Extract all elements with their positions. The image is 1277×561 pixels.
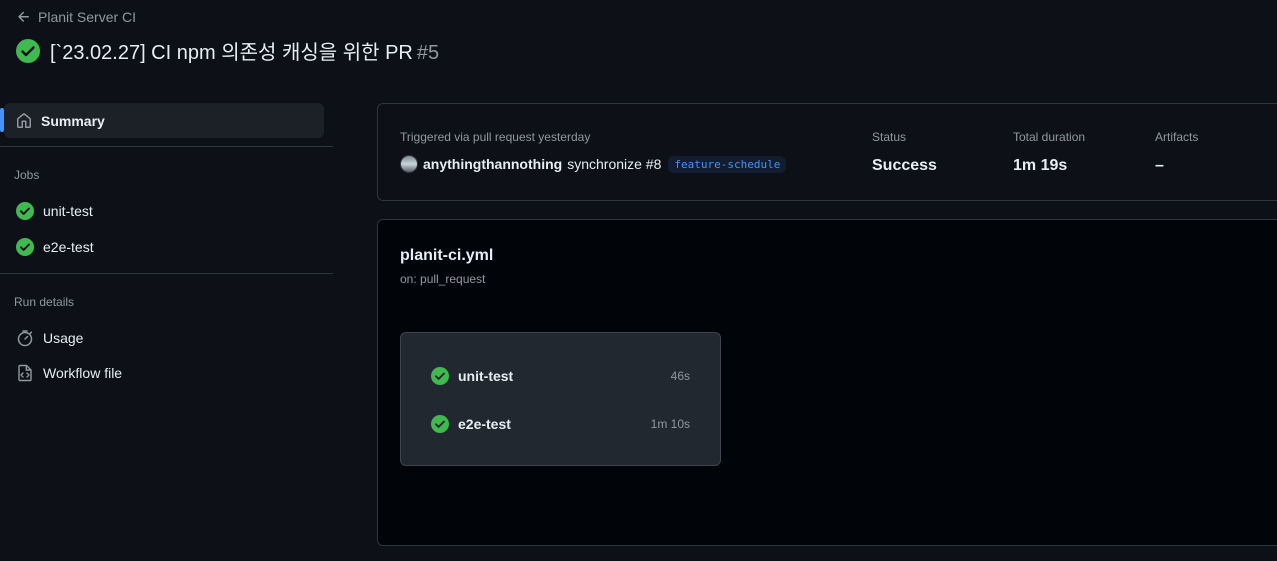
arrow-left-icon [16, 9, 32, 25]
avatar[interactable] [400, 155, 418, 173]
sidebar-item-label: Summary [41, 112, 105, 129]
sidebar-item-label: e2e-test [43, 239, 94, 255]
trigger-label: Triggered via pull request yesterday [400, 130, 591, 144]
workflow-job-e2e-test[interactable]: e2e-test 1m 10s [431, 415, 690, 433]
check-circle-fill-icon [431, 415, 449, 433]
sidebar-item-label: unit-test [43, 203, 93, 219]
sidebar-item-e2e-test[interactable]: e2e-test [0, 229, 333, 265]
workflow-file-name: planit-ci.yml [400, 247, 494, 264]
file-code-icon [16, 364, 34, 382]
job-duration: 46s [670, 369, 690, 383]
status-stat: Status Success [872, 130, 937, 175]
duration-stat: Total duration 1m 19s [1013, 130, 1085, 175]
status-value: Success [872, 157, 937, 174]
trigger-details: anythingthannothing synchronize #8 featu… [400, 155, 787, 173]
sidebar-item-unit-test[interactable]: unit-test [0, 193, 333, 229]
artifacts-label: Artifacts [1155, 130, 1199, 144]
sidebar-item-label: Workflow file [43, 364, 123, 381]
duration-label: Total duration [1013, 130, 1086, 144]
workflow-job-unit-test[interactable]: unit-test 46s [431, 367, 690, 385]
event-label[interactable]: synchronize #8 [567, 156, 661, 172]
back-link-label: Planit Server CI [38, 9, 137, 25]
sidebar-item-label: Usage [43, 329, 84, 346]
run-details-section-title: Run details [14, 295, 75, 309]
artifacts-stat: Artifacts – [1155, 130, 1198, 175]
status-label: Status [872, 130, 907, 144]
sidebar: Summary Jobs unit-test e2e-test Run deta… [0, 103, 333, 390]
jobs-section-title: Jobs [14, 168, 40, 182]
page-title-row: [`23.02.27] CI npm 의존성 캐싱을 위한 PR #5 [16, 36, 439, 65]
page-title: [`23.02.27] CI npm 의존성 캐싱을 위한 PR #5 [50, 36, 439, 65]
sidebar-item-summary[interactable]: Summary [0, 103, 324, 138]
actor-link[interactable]: anythingthannothing [423, 156, 562, 172]
workflow-graph-card: planit-ci.yml on: pull_request unit-test… [377, 219, 1277, 546]
check-circle-fill-icon [431, 367, 449, 385]
divider [0, 273, 333, 274]
divider [0, 146, 333, 147]
job-name: unit-test [458, 368, 514, 384]
check-circle-fill-icon [16, 202, 34, 220]
home-icon [16, 112, 32, 129]
check-circle-fill-icon [16, 38, 40, 63]
workflow-trigger: on: pull_request [400, 272, 486, 286]
sidebar-item-usage[interactable]: Usage [0, 320, 333, 355]
job-duration: 1m 10s [650, 417, 690, 431]
stopwatch-icon [16, 329, 34, 347]
back-link[interactable]: Planit Server CI [16, 9, 136, 25]
branch-badge[interactable]: feature-schedule [668, 155, 787, 173]
artifacts-value: – [1155, 157, 1164, 174]
check-circle-fill-icon [16, 238, 34, 256]
run-summary-card: Triggered via pull request yesterday any… [377, 103, 1277, 201]
duration-value[interactable]: 1m 19s [1013, 157, 1085, 175]
workflow-jobs-group: unit-test 46s e2e-test 1m 10s [400, 332, 721, 466]
run-number: #5 [416, 42, 440, 64]
job-name: e2e-test [458, 416, 511, 432]
sidebar-item-workflow-file[interactable]: Workflow file [0, 355, 333, 390]
run-title: [`23.02.27] CI npm 의존성 캐싱을 위한 PR [50, 42, 413, 64]
